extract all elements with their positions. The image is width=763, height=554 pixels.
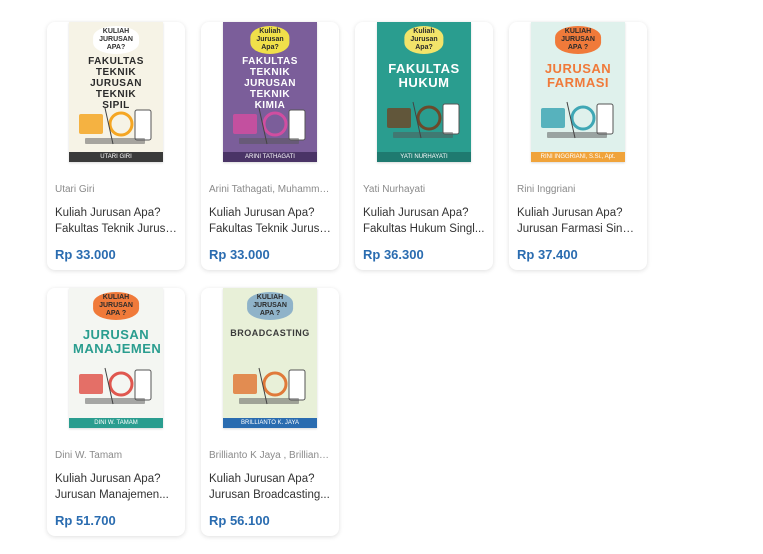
product-card[interactable]: Kuliah Jurusan Apa? FAKULTAS TEKNIK JURU…: [201, 22, 339, 270]
product-price: Rp 56.100: [209, 513, 270, 528]
product-title[interactable]: Kuliah Jurusan Apa? Fakultas Teknik Juru…: [55, 205, 177, 237]
product-title-line2: Jurusan Manajemen...: [55, 489, 169, 501]
product-author[interactable]: Arini Tathagati, Muhamma...: [209, 184, 331, 196]
product-title-line1: Kuliah Jurusan Apa?: [209, 473, 315, 485]
product-title[interactable]: Kuliah Jurusan Apa? Jurusan Broadcasting…: [209, 471, 331, 503]
product-title[interactable]: Kuliah Jurusan Apa? Fakultas Hukum Singl…: [363, 205, 485, 237]
product-author[interactable]: Dini W. Tamam: [55, 450, 177, 462]
cover-author: YATI NURHAYATI: [377, 152, 471, 162]
cover-badge: KULIAH JURUSAN APA ?: [555, 26, 601, 54]
cover-illustration-icon: [79, 107, 152, 145]
book-cover-image[interactable]: KULIAH JURUSAN APA? FAKULTAS TEKNIK JURU…: [69, 22, 163, 162]
product-title-line1: Kuliah Jurusan Apa?: [55, 207, 161, 219]
product-title-line2: Fakultas Teknik Jurusa...: [55, 223, 177, 235]
product-title-line1: Kuliah Jurusan Apa?: [55, 473, 161, 485]
product-title-line2: Fakultas Hukum Singl...: [363, 223, 485, 235]
product-title[interactable]: Kuliah Jurusan Apa? Jurusan Farmasi Sing…: [517, 205, 639, 237]
product-title-line1: Kuliah Jurusan Apa?: [363, 207, 469, 219]
cover-badge: Kuliah Jurusan Apa?: [404, 26, 444, 54]
product-meta: Yati Nurhayati Kuliah Jurusan Apa? Fakul…: [363, 184, 485, 262]
product-title[interactable]: Kuliah Jurusan Apa? Fakultas Teknik Juru…: [209, 205, 331, 237]
product-card[interactable]: KULIAH JURUSAN APA? FAKULTAS TEKNIK JURU…: [47, 22, 185, 270]
product-meta: Utari Giri Kuliah Jurusan Apa? Fakultas …: [55, 184, 177, 262]
cover-badge: Kuliah Jurusan Apa?: [250, 26, 290, 54]
cover-author: UTARI GIRI: [69, 152, 163, 162]
cover-author: RINI INGGRIANI, S.Si., Apt.: [531, 152, 625, 162]
product-title-line2: Fakultas Teknik Jurusa...: [209, 223, 331, 235]
book-cover-image[interactable]: KULIAH JURUSAN APA ? JURUSAN FARMASI RIN…: [531, 22, 625, 162]
product-title-line1: Kuliah Jurusan Apa?: [517, 207, 623, 219]
product-price: Rp 51.700: [55, 513, 116, 528]
cover-author: DINI W. TAMAM: [69, 418, 163, 428]
book-cover-image[interactable]: Kuliah Jurusan Apa? FAKULTAS TEKNIK JURU…: [223, 22, 317, 162]
product-price: Rp 33.000: [55, 247, 116, 262]
cover-title: JURUSAN FARMASI: [544, 61, 612, 90]
cover-illustration-icon: [233, 367, 306, 405]
product-card[interactable]: KULIAH JURUSAN APA ? JURUSAN FARMASI RIN…: [509, 22, 647, 270]
product-meta: Brillianto K Jaya , Brillianto... Kuliah…: [209, 450, 331, 528]
book-cover-image[interactable]: Kuliah Jurusan Apa? FAKULTAS HUKUM YATI …: [377, 22, 471, 162]
cover-title: FAKULTAS TEKNIK JURUSAN TEKNIK KIMIA: [242, 56, 298, 111]
product-author[interactable]: Rini Inggriani: [517, 184, 639, 196]
cover-title: BROADCASTING: [230, 328, 310, 338]
cover-title: FAKULTAS TEKNIK JURUSAN TEKNIK SIPIL: [88, 56, 144, 111]
cover-illustration-icon: [387, 101, 460, 139]
product-price: Rp 33.000: [209, 247, 270, 262]
product-card[interactable]: Kuliah Jurusan Apa? FAKULTAS HUKUM YATI …: [355, 22, 493, 270]
product-card[interactable]: KULIAH JURUSAN APA ? JURUSAN MANAJEMEN D…: [47, 288, 185, 536]
book-cover-image[interactable]: KULIAH JURUSAN APA ? JURUSAN MANAJEMEN D…: [69, 288, 163, 428]
product-title-line1: Kuliah Jurusan Apa?: [209, 207, 315, 219]
product-meta: Arini Tathagati, Muhamma... Kuliah Jurus…: [209, 184, 331, 262]
product-author[interactable]: Brillianto K Jaya , Brillianto...: [209, 450, 331, 462]
product-meta: Rini Inggriani Kuliah Jurusan Apa? Jurus…: [517, 184, 639, 262]
cover-illustration-icon: [233, 107, 306, 145]
product-price: Rp 36.300: [363, 247, 424, 262]
product-title-line2: Jurusan Farmasi Singl...: [517, 223, 639, 235]
product-author[interactable]: Yati Nurhayati: [363, 184, 485, 196]
product-meta: Dini W. Tamam Kuliah Jurusan Apa? Jurusa…: [55, 450, 177, 528]
product-card[interactable]: KULIAH JURUSAN APA ? BROADCASTING BRILLI…: [201, 288, 339, 536]
cover-author: BRILLIANTO K. JAYA: [223, 418, 317, 428]
book-cover-image[interactable]: KULIAH JURUSAN APA ? BROADCASTING BRILLI…: [223, 288, 317, 428]
product-author[interactable]: Utari Giri: [55, 184, 177, 196]
cover-badge: KULIAH JURUSAN APA ?: [93, 292, 139, 320]
cover-title: FAKULTAS HUKUM: [388, 61, 460, 90]
cover-badge: KULIAH JURUSAN APA?: [93, 26, 139, 54]
product-title-line2: Jurusan Broadcasting...: [209, 489, 330, 501]
cover-author: ARINI TATHAGATI: [223, 152, 317, 162]
cover-illustration-icon: [79, 367, 152, 405]
cover-illustration-icon: [541, 101, 614, 139]
cover-title: JURUSAN MANAJEMEN: [73, 327, 162, 356]
product-title[interactable]: Kuliah Jurusan Apa? Jurusan Manajemen...: [55, 471, 177, 503]
product-price: Rp 37.400: [517, 247, 578, 262]
cover-badge: KULIAH JURUSAN APA ?: [247, 292, 293, 320]
